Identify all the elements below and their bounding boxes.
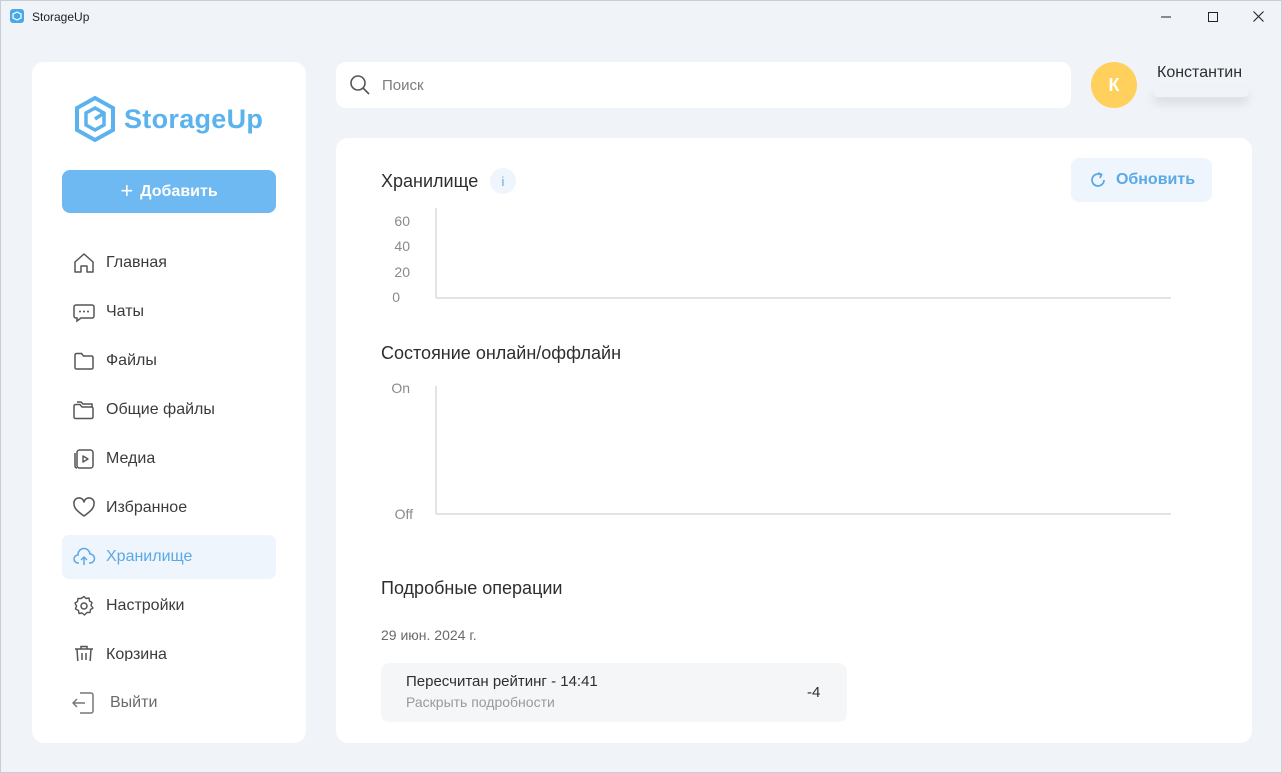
maximize-button[interactable] xyxy=(1190,1,1236,32)
app-logo-icon xyxy=(10,9,24,23)
sidebar-item-storage[interactable]: Хранилище xyxy=(62,535,276,579)
operations-date: 29 июн. 2024 г. xyxy=(381,627,477,643)
sidebar-nav: Главная Чаты Файлы Общие файлы Медиа Изб… xyxy=(62,241,276,661)
storage-title: Хранилище xyxy=(381,171,479,191)
storage-chart: 60 40 20 0 xyxy=(376,208,1176,305)
sidebar-item-chats[interactable]: Чаты xyxy=(62,290,276,334)
refresh-icon xyxy=(1088,170,1108,190)
add-button-label: Добавить xyxy=(140,182,218,200)
main-panel: Хранилище i Обновить 60 40 20 0 Состояни… xyxy=(336,138,1252,743)
operation-card[interactable]: Пересчитан рейтинг - 14:41 Раскрыть подр… xyxy=(381,663,847,722)
minimize-icon xyxy=(1161,16,1171,17)
plus-icon: + xyxy=(120,177,134,203)
heart-icon xyxy=(72,496,96,520)
online-status-chart: On Off xyxy=(376,378,1176,522)
logout-icon xyxy=(70,690,96,716)
search-input[interactable] xyxy=(382,72,1052,98)
refresh-button[interactable]: Обновить xyxy=(1071,158,1212,202)
sidebar-item-trash[interactable]: Корзина xyxy=(62,633,276,661)
sidebar-item-settings[interactable]: Настройки xyxy=(62,584,276,628)
sidebar-item-media[interactable]: Медиа xyxy=(62,437,276,481)
operation-value: -4 xyxy=(807,684,821,701)
online-status-title: Состояние онлайн/оффлайн xyxy=(381,343,622,363)
sidebar-item-favorites[interactable]: Избранное xyxy=(62,486,276,530)
logout-button[interactable]: Выйти xyxy=(70,688,157,718)
window-title: StorageUp xyxy=(32,10,90,24)
storageup-logo-icon xyxy=(75,96,115,142)
sidebar-item-shared-files[interactable]: Общие файлы xyxy=(62,388,276,432)
sidebar-item-files[interactable]: Файлы xyxy=(62,339,276,383)
operation-title: Пересчитан рейтинг - 14:41 xyxy=(406,673,598,690)
home-icon xyxy=(72,251,96,275)
folder-icon xyxy=(72,349,96,373)
sidebar-item-label: Файлы xyxy=(106,352,157,369)
sidebar-item-label: Общие файлы xyxy=(106,401,215,418)
cloud-upload-icon xyxy=(72,545,96,569)
sidebar-item-label: Избранное xyxy=(106,499,188,516)
window-title-bar: StorageUp xyxy=(1,1,1281,32)
logout-label: Выйти xyxy=(110,694,158,711)
add-button[interactable]: + Добавить xyxy=(62,170,276,213)
sidebar-item-label: Чаты xyxy=(106,303,145,320)
sidebar-item-label: Хранилище xyxy=(106,548,193,565)
info-icon[interactable]: i xyxy=(490,168,516,194)
storage-chart-axes xyxy=(435,208,1171,299)
search-icon xyxy=(349,74,371,96)
close-icon xyxy=(1252,11,1264,22)
refresh-button-label: Обновить xyxy=(1115,171,1196,188)
operation-details-link[interactable]: Раскрыть подробности xyxy=(406,694,555,710)
sidebar-item-label: Медиа xyxy=(106,450,156,467)
trash-icon xyxy=(72,643,96,661)
minimize-button[interactable] xyxy=(1143,1,1189,32)
sidebar: StorageUp + Добавить Главная Чаты Файлы xyxy=(32,62,306,743)
maximize-icon xyxy=(1208,11,1218,22)
sidebar-item-label: Настройки xyxy=(106,597,185,614)
user-name[interactable]: Константин xyxy=(1157,64,1242,82)
search-bar xyxy=(336,62,1071,108)
chat-icon xyxy=(72,300,96,324)
user-name-underlay xyxy=(1153,87,1249,97)
avatar[interactable]: К xyxy=(1091,62,1137,108)
close-button[interactable] xyxy=(1235,1,1281,32)
sidebar-item-label: Корзина xyxy=(106,646,167,661)
sidebar-item-home[interactable]: Главная xyxy=(62,241,276,285)
shared-folder-icon xyxy=(72,398,96,422)
logo-text: StorageUp xyxy=(124,103,264,134)
online-chart-axes xyxy=(435,386,1171,515)
media-icon xyxy=(72,447,96,471)
sidebar-item-label: Главная xyxy=(106,254,167,271)
gear-icon xyxy=(72,594,96,618)
brand-logo[interactable]: StorageUp xyxy=(74,94,263,144)
operations-title: Подробные операции xyxy=(381,578,563,598)
